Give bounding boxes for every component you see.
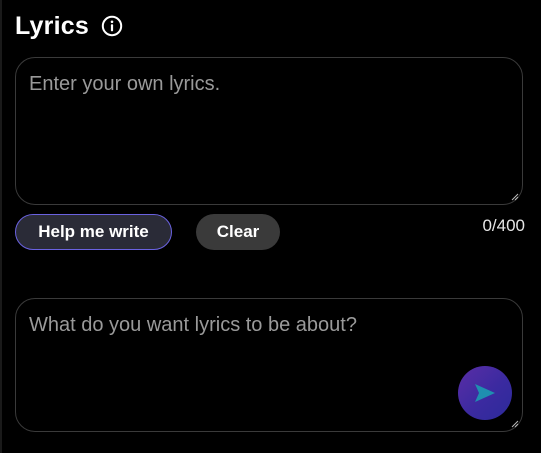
send-button[interactable] — [458, 366, 512, 420]
lyrics-panel: Lyrics Enter your own lyrics. Help me wr… — [0, 0, 541, 453]
lyrics-placeholder: Enter your own lyrics. — [29, 73, 221, 95]
character-counter: 0/400 — [482, 216, 525, 235]
resize-grip-icon[interactable] — [510, 419, 519, 428]
clear-label: Clear — [216, 222, 260, 241]
section-title: Lyrics — [15, 11, 89, 40]
lyrics-header: Lyrics — [15, 8, 123, 44]
panel-divider — [0, 0, 2, 453]
lyrics-textarea[interactable]: Enter your own lyrics. — [15, 57, 523, 205]
resize-grip-icon[interactable] — [510, 192, 519, 201]
send-arrow-icon — [475, 384, 495, 402]
topic-placeholder: What do you want lyrics to be about? — [29, 314, 357, 336]
topic-textarea[interactable]: What do you want lyrics to be about? — [15, 298, 523, 432]
help-me-write-label: Help me write — [38, 222, 149, 241]
help-me-write-button[interactable]: Help me write — [15, 214, 172, 250]
info-icon[interactable] — [101, 15, 123, 37]
clear-button[interactable]: Clear — [196, 214, 280, 250]
